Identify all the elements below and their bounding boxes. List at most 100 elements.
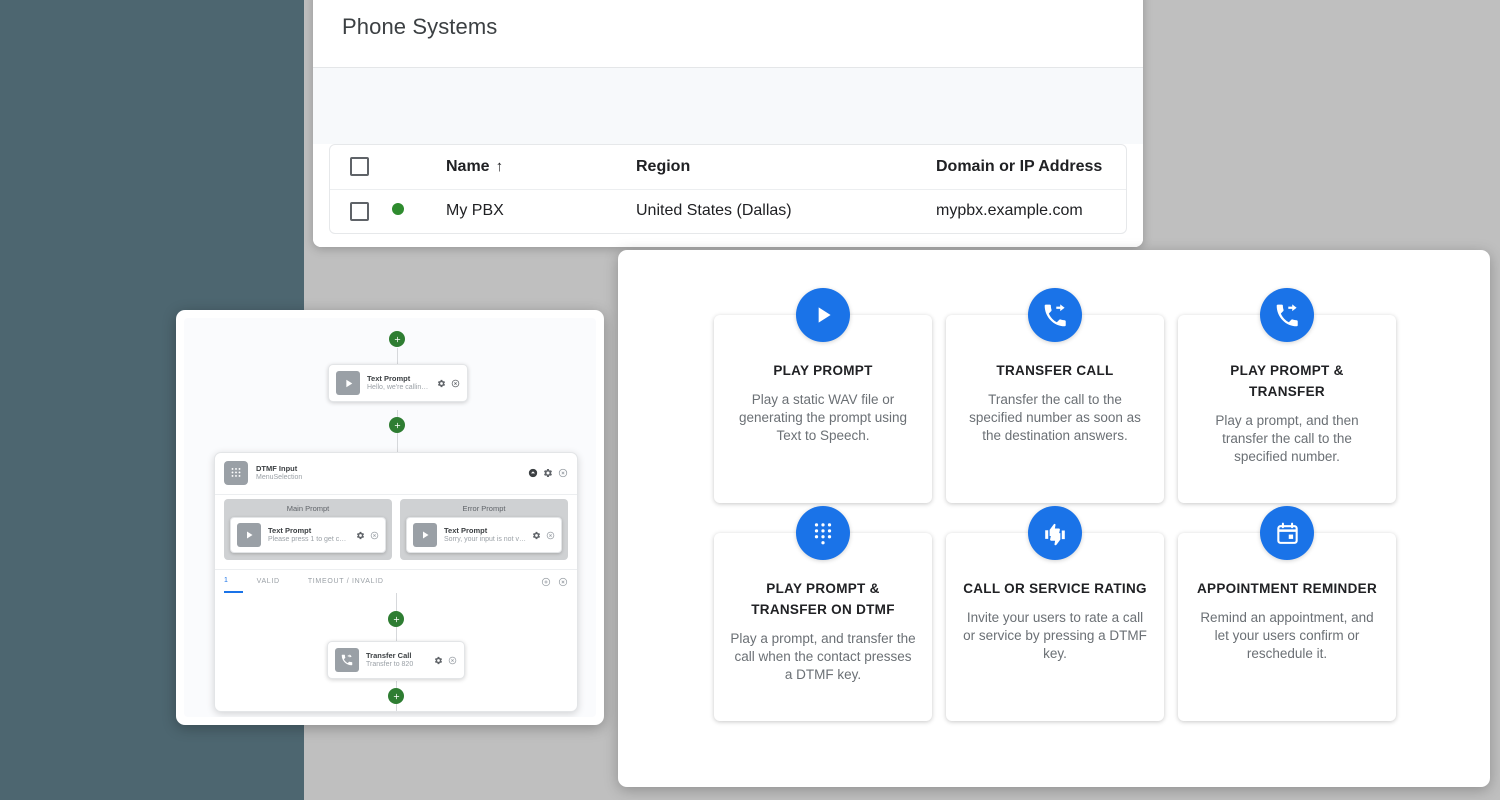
calendar-icon (1260, 506, 1314, 560)
dtmf-tab-1[interactable]: 1 (224, 570, 243, 593)
flow-node-title: Text Prompt (268, 526, 350, 535)
action-card-description: Invite your users to rate a call or serv… (962, 609, 1148, 664)
add-node-button-second[interactable] (389, 417, 405, 433)
action-card-description: Remind an appointment, and let your user… (1194, 609, 1380, 664)
close-icon[interactable] (451, 379, 460, 388)
flow-node-subtitle: Hello, we're calling from Acme ... (367, 383, 431, 392)
flow-node-title: Text Prompt (367, 374, 431, 383)
transfer-call-icon (1028, 288, 1082, 342)
dtmf-node-header: DTMF Input MenuSelection (215, 453, 577, 494)
dtmf-node-subtitle: MenuSelection (256, 473, 522, 482)
close-icon[interactable] (558, 577, 568, 587)
action-card-play-prompt-transfer-dtmf[interactable]: PLAY PROMPT & TRANSFER ON DTMF Play a pr… (714, 533, 932, 721)
dtmf-tab-valid[interactable]: VALID (243, 570, 294, 593)
row-checkbox[interactable] (350, 202, 369, 221)
gear-icon[interactable] (434, 656, 443, 665)
add-branch-icon[interactable] (541, 577, 551, 587)
page-title: Phone Systems (313, 0, 1143, 40)
action-card-play-prompt[interactable]: PLAY PROMPT Play a static WAV file or ge… (714, 315, 932, 503)
error-prompt-label: Error Prompt (406, 504, 562, 517)
main-prompt-slot: Main Prompt Text Prompt Please press 1 t… (224, 499, 392, 560)
flow-canvas[interactable]: Text Prompt Hello, we're calling from Ac… (184, 318, 596, 717)
flow-node-subtitle: Please press 1 to get connecte... (268, 535, 350, 544)
column-header-name[interactable]: Name ↑ (446, 145, 636, 189)
phone-systems-window: Phone Systems Name↑ Region Domain (313, 0, 1143, 247)
column-header-name-label: Name (446, 158, 490, 175)
action-card-appointment-reminder[interactable]: APPOINTMENT REMINDER Remind an appointme… (1178, 533, 1396, 721)
flow-designer-panel: Text Prompt Hello, we're calling from Ac… (176, 310, 604, 725)
flow-node-error-text-prompt[interactable]: Text Prompt Sorry, your input is not val… (406, 517, 562, 553)
flow-node-subtitle: Transfer to 820 (366, 660, 428, 669)
table-header-row: Name ↑ Region Domain or IP Address (330, 145, 1126, 189)
row-select-cell (330, 189, 392, 233)
phone-systems-table-wrapper: Name ↑ Region Domain or IP Address (329, 144, 1127, 234)
action-cards-grid: PLAY PROMPT Play a static WAV file or ge… (618, 250, 1490, 721)
row-domain-cell: mypbx.example.com (936, 189, 1126, 233)
column-header-region[interactable]: Region (636, 145, 936, 189)
error-prompt-slot: Error Prompt Text Prompt Sorry, your inp… (400, 499, 568, 560)
action-templates-panel: PLAY PROMPT Play a static WAV file or ge… (618, 250, 1490, 787)
select-all-header (330, 145, 392, 189)
flow-node-title: Transfer Call (366, 651, 428, 660)
arrow-up-icon: ↑ (496, 158, 504, 175)
collapse-icon[interactable] (528, 468, 538, 478)
dialpad-icon (224, 461, 248, 485)
main-prompt-label: Main Prompt (230, 504, 386, 517)
add-node-button-branch[interactable] (388, 611, 404, 627)
gear-icon[interactable] (437, 379, 446, 388)
dtmf-prompt-slots: Main Prompt Text Prompt Please press 1 t… (215, 494, 577, 569)
flow-node-dtmf-input[interactable]: DTMF Input MenuSelection (214, 452, 578, 712)
dtmf-tab-timeout-invalid[interactable]: TIMEOUT / INVALID (294, 570, 398, 593)
play-icon (237, 523, 261, 547)
column-header-region-label: Region (636, 158, 690, 175)
row-region-cell: United States (Dallas) (636, 189, 936, 233)
transfer-call-icon (1260, 288, 1314, 342)
flow-node-title: Text Prompt (444, 526, 526, 535)
flow-node-text-prompt[interactable]: Text Prompt Hello, we're calling from Ac… (328, 364, 468, 402)
column-header-domain-label: Domain or IP Address (936, 158, 1102, 175)
transfer-call-icon (335, 648, 359, 672)
phone-systems-table: Name ↑ Region Domain or IP Address (330, 145, 1126, 233)
table-footer (313, 234, 1143, 247)
close-icon[interactable] (558, 468, 568, 478)
add-node-button-top[interactable] (389, 331, 405, 347)
action-card-play-prompt-transfer[interactable]: PLAY PROMPT & TRANSFER Play a prompt, an… (1178, 315, 1396, 503)
action-card-title: PLAY PROMPT & TRANSFER ON DTMF (730, 579, 916, 621)
action-card-description: Play a prompt, and then transfer the cal… (1194, 412, 1380, 467)
table-row[interactable]: My PBX United States (Dallas) mypbx.exam… (330, 189, 1126, 233)
play-icon (413, 523, 437, 547)
action-card-title: PLAY PROMPT & TRANSFER (1194, 361, 1380, 403)
add-node-button-bottom[interactable] (388, 688, 404, 704)
action-card-title: PLAY PROMPT (730, 361, 916, 382)
gear-icon[interactable] (356, 531, 365, 540)
thumbs-rating-icon (1028, 506, 1082, 560)
action-card-title: TRANSFER CALL (962, 361, 1148, 382)
dtmf-node-title: DTMF Input (256, 464, 522, 473)
dtmf-branch-body: Transfer Call Transfer to 820 (215, 593, 577, 711)
play-icon (796, 288, 850, 342)
dialpad-icon (796, 506, 850, 560)
close-icon[interactable] (546, 531, 555, 540)
close-icon[interactable] (448, 656, 457, 665)
play-icon (336, 371, 360, 395)
column-header-domain[interactable]: Domain or IP Address (936, 145, 1126, 189)
select-all-checkbox[interactable] (350, 157, 369, 176)
flow-node-subtitle: Sorry, your input is not valid, pl... (444, 535, 526, 544)
gear-icon[interactable] (543, 468, 553, 478)
dtmf-branch-tabs: 1 VALID TIMEOUT / INVALID (215, 569, 577, 593)
flow-node-transfer-call[interactable]: Transfer Call Transfer to 820 (327, 641, 465, 679)
flow-node-main-text-prompt[interactable]: Text Prompt Please press 1 to get connec… (230, 517, 386, 553)
status-badge (392, 203, 404, 215)
action-card-description: Transfer the call to the specified numbe… (962, 391, 1148, 446)
action-card-description: Play a static WAV file or generating the… (730, 391, 916, 446)
close-icon[interactable] (370, 531, 379, 540)
action-card-transfer-call[interactable]: TRANSFER CALL Transfer the call to the s… (946, 315, 1164, 503)
action-card-description: Play a prompt, and transfer the call whe… (730, 630, 916, 685)
action-card-call-service-rating[interactable]: CALL OR SERVICE RATING Invite your users… (946, 533, 1164, 721)
status-header (392, 145, 446, 189)
row-status-cell (392, 189, 446, 233)
action-card-title: CALL OR SERVICE RATING (962, 579, 1148, 600)
gear-icon[interactable] (532, 531, 541, 540)
row-name-cell: My PBX (446, 189, 636, 233)
action-card-title: APPOINTMENT REMINDER (1194, 579, 1380, 600)
